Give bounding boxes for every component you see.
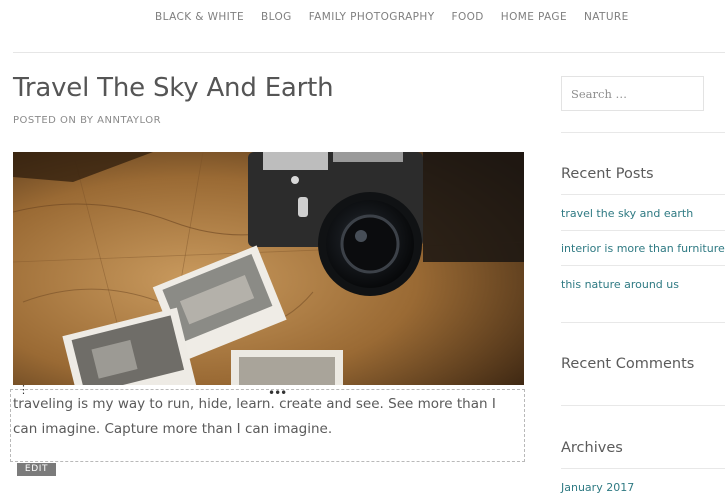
archives-title: Archives (561, 440, 623, 456)
sidebar-divider (561, 468, 725, 469)
recent-comments-title: Recent Comments (561, 356, 695, 372)
nav-item-family-photography[interactable]: FAMILY PHOTOGRAPHY (309, 11, 435, 23)
post-title[interactable]: Travel The Sky And Earth (13, 73, 334, 103)
nav-item-black-white[interactable]: BLACK & WHITE (155, 11, 244, 23)
post-meta: POSTED ON BY ANNTAYLOR (13, 115, 162, 126)
search-box (561, 76, 704, 111)
top-navigation: BLACK & WHITE BLOG FAMILY PHOTOGRAPHY FO… (0, 0, 725, 36)
nav-divider (13, 52, 725, 53)
recent-posts-title: Recent Posts (561, 166, 654, 182)
edit-button[interactable]: EDIT (17, 463, 56, 476)
nav-item-nature[interactable]: NATURE (584, 11, 629, 23)
sidebar-divider (561, 132, 725, 133)
nav-item-blog[interactable]: BLOG (261, 11, 292, 23)
camera-map-photo (13, 152, 524, 385)
nav-menu: BLACK & WHITE BLOG FAMILY PHOTOGRAPHY FO… (155, 11, 646, 23)
recent-post-link[interactable]: travel the sky and earth (561, 207, 693, 220)
nav-item-food[interactable]: FOOD (452, 11, 484, 23)
sidebar-divider (561, 265, 725, 266)
nav-item-home-page[interactable]: HOME PAGE (501, 11, 567, 23)
archive-link[interactable]: January 2017 (561, 481, 634, 494)
recent-post-link[interactable]: interior is more than furniture (561, 242, 725, 255)
sidebar-divider (561, 322, 725, 323)
sidebar-divider (561, 194, 725, 195)
sidebar-divider (561, 405, 725, 406)
search-input[interactable] (562, 77, 703, 110)
post-featured-image (13, 152, 524, 385)
recent-post-link[interactable]: this nature around us (561, 278, 679, 291)
post-excerpt[interactable]: traveling is my way to run, hide, learn.… (13, 392, 523, 442)
sidebar-divider (561, 230, 725, 231)
